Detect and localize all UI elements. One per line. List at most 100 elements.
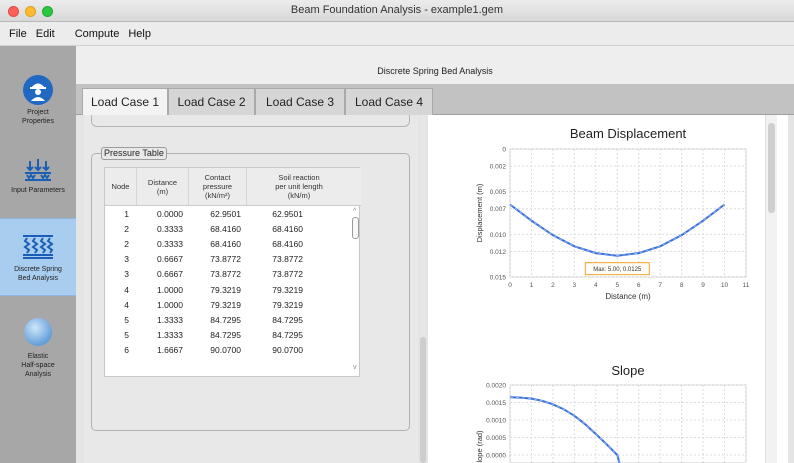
y-tick-label: 0.007 <box>490 206 507 213</box>
table-cell: 5 <box>124 314 129 325</box>
x-tick-label: 10 <box>721 282 729 289</box>
plot-area <box>509 384 747 463</box>
menu-compute[interactable]: Compute <box>75 28 120 40</box>
table-cell: 1 <box>124 208 129 219</box>
charts-scroll-thumb[interactable] <box>768 123 775 213</box>
y-tick-label: 0.005 <box>490 189 507 196</box>
table-cell: 84.7295 <box>272 314 303 325</box>
table-cell: 4 <box>124 284 129 295</box>
sidebar-item-input-parameters[interactable]: Input Parameters <box>0 158 76 195</box>
menu-edit[interactable]: Edit <box>36 28 55 40</box>
table-header: Node Distance (m) Contact pressure (kN/m²) … <box>105 168 361 206</box>
collapsed-group-box <box>91 115 410 127</box>
slope-chart-title: Slope <box>611 363 645 378</box>
table-cell: 0.6667 <box>157 269 183 280</box>
slope-chart: 0.0020 0.0015 0.0010 0.0005 0.0000Slope (rad… <box>475 383 747 463</box>
x-tick-label: 8 <box>680 282 684 289</box>
max-annotation-text: Max: 5.00, 0.0125 <box>593 267 642 273</box>
sidebar-item-label: Elastic <box>27 353 49 360</box>
x-tick-label: 2 <box>551 282 555 289</box>
y-tick-label: 0.010 <box>490 232 507 239</box>
pressure-table-legend: Pressure Table <box>101 147 167 160</box>
table-row[interactable]: 6 1.6667 90.0700 90.0700 <box>105 343 361 358</box>
table-row[interactable]: 3 0.6667 73.8772 73.8772 <box>105 267 361 282</box>
x-tick-label: 11 <box>743 282 750 289</box>
sidebar-item-label: Bed Analysis <box>17 275 59 282</box>
table-row[interactable]: 4 1.0000 79.3219 79.3219 <box>105 297 361 312</box>
left-pane-scroll-thumb[interactable] <box>420 337 426 463</box>
table-cell: 1.3333 <box>157 314 183 325</box>
table-cell: 68.4160 <box>210 238 241 249</box>
sidebar-item-label: Project <box>27 109 49 116</box>
table-cell: 79.3219 <box>272 299 303 310</box>
x-tick-label: 9 <box>701 282 705 289</box>
y-tick-label: 0.015 <box>490 275 507 282</box>
x-tick-label: 6 <box>637 282 641 289</box>
table-scrollbar[interactable]: ^ v <box>352 208 359 376</box>
table-cell: 6 <box>124 345 129 356</box>
y-axis-label: Slope (rad) <box>475 430 484 463</box>
table-row[interactable]: 1 0.0000 62.9501 62.9501 <box>105 206 361 221</box>
menu-help[interactable]: Help <box>128 28 151 40</box>
sidebar: Project Properties Input Parameters Disc… <box>0 46 76 463</box>
table-cell: 79.3219 <box>210 284 241 295</box>
tab-load-case-2[interactable]: Load Case 2 <box>168 88 255 115</box>
table-cell: 73.8772 <box>272 269 303 280</box>
x-tick-label: 0 <box>508 282 512 289</box>
column-header-soil-reaction[interactable]: Soil reaction per unit length (kN/m) <box>247 168 351 205</box>
charts-scrollbar[interactable] <box>765 115 777 463</box>
table-cell: 84.7295 <box>210 330 241 341</box>
table-scroll-thumb[interactable] <box>352 217 359 239</box>
tab-load-case-3[interactable]: Load Case 3 <box>255 88 345 115</box>
displacement-chart: 00.0020.0050.0070.0100.0120.0150 1 2 3 4 5 6 7 8… <box>475 147 750 302</box>
sidebar-item-label: Discrete Spring <box>14 266 62 273</box>
table-row[interactable]: 2 0.3333 68.4160 68.4160 <box>105 236 361 251</box>
y-tick-label: 0 <box>502 147 506 154</box>
sidebar-item-label: Properties <box>22 118 54 125</box>
table-row[interactable]: 4 1.0000 79.3219 79.3219 <box>105 282 361 297</box>
tab-strip: Load Case 1 Load Case 2 Load Case 3 Load… <box>76 84 794 115</box>
pressure-table[interactable]: Node Distance (m) Contact pressure (kN/m²) … <box>104 167 361 377</box>
column-header-distance[interactable]: Distance (m) <box>137 168 189 205</box>
sidebar-item-project-properties[interactable]: Project Properties <box>0 74 76 126</box>
x-tick-label: 7 <box>658 282 662 289</box>
table-cell: 62.9501 <box>210 208 241 219</box>
table-cell: 84.7295 <box>272 330 303 341</box>
table-row[interactable]: 5 1.3333 84.7295 84.7295 <box>105 312 361 327</box>
menu-file[interactable]: File <box>9 28 27 40</box>
table-cell: 1.6667 <box>157 345 183 356</box>
table-row[interactable]: 5 1.3333 84.7295 84.7295 <box>105 328 361 343</box>
menu-bar: File Edit Compute Help <box>0 22 794 46</box>
left-pane-scrollbar[interactable] <box>420 115 426 463</box>
window-titlebar: Beam Foundation Analysis - example1.gem <box>0 0 794 22</box>
table-cell: 3 <box>124 269 129 280</box>
column-header-node[interactable]: Node <box>105 168 137 205</box>
pressure-table-group: Pressure Table Node Distance (m) Contact p… <box>91 147 410 431</box>
y-tick-label: 0.0015 <box>486 400 506 407</box>
table-cell: 68.4160 <box>272 238 303 249</box>
column-header-contact-pressure[interactable]: Contact pressure (kN/m²) <box>189 168 247 205</box>
sphere-icon <box>24 318 52 346</box>
table-cell: 90.0700 <box>272 345 303 356</box>
sidebar-item-label: Half-space <box>21 362 55 369</box>
table-cell: 1.0000 <box>157 284 183 295</box>
table-cell: 2 <box>124 223 129 234</box>
table-row[interactable]: 2 0.3333 68.4160 68.4160 <box>105 221 361 236</box>
y-tick-label: 0.0005 <box>486 435 506 442</box>
table-cell: 73.8772 <box>210 254 241 265</box>
y-tick-label: 0.0020 <box>486 383 506 390</box>
x-tick-label: 4 <box>594 282 598 289</box>
table-row[interactable]: 3 0.6667 73.8772 73.8772 <box>105 252 361 267</box>
table-cell: 1.0000 <box>157 299 183 310</box>
table-cell: 68.4160 <box>210 223 241 234</box>
sidebar-item-elastic-half-space[interactable]: Elastic Half-space Analysis <box>0 316 76 379</box>
charts-pane: Beam Displacement 0 0.002 0.005 0.007 0.010 0… <box>428 115 788 463</box>
y-axis-label: Displacement (m) <box>475 183 484 242</box>
table-cell: 4 <box>124 299 129 310</box>
table-cell: 73.8772 <box>210 269 241 280</box>
tab-content: Pressure Table Node Distance (m) Contact p… <box>76 115 794 463</box>
engineer-icon <box>23 75 53 105</box>
tab-load-case-1[interactable]: Load Case 1 <box>82 88 168 115</box>
sidebar-item-discrete-spring[interactable]: Discrete Spring Bed Analysis <box>0 218 76 296</box>
tab-load-case-4[interactable]: Load Case 4 <box>345 88 433 115</box>
